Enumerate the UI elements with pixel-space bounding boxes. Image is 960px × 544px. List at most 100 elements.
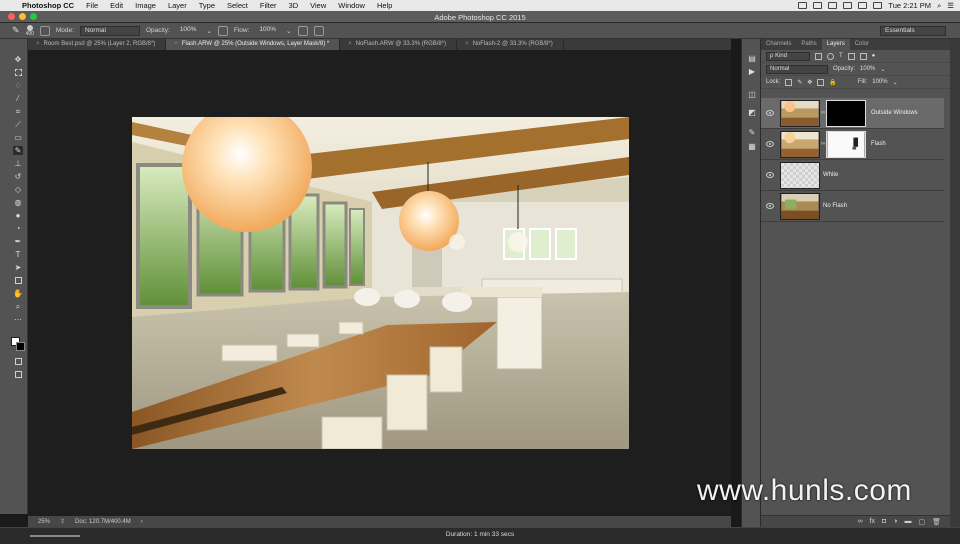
new-group-icon[interactable]: ▬ — [904, 518, 911, 525]
search-icon[interactable]: ⌕ — [937, 1, 941, 11]
doc-tab-flash[interactable]: × Flash.ARW @ 25% (Outside Windows, Layer… — [166, 39, 341, 50]
visibility-eye-icon[interactable] — [766, 141, 774, 147]
delete-layer-icon[interactable]: 🗑 — [932, 518, 941, 526]
filter-toggle-icon[interactable]: ● — [872, 53, 876, 59]
move-tool-icon[interactable]: ✥ — [13, 55, 23, 64]
layer-effects-icon[interactable]: fx — [870, 518, 875, 525]
background-color-swatch[interactable] — [16, 342, 25, 351]
type-filter-icon[interactable]: T — [839, 53, 843, 59]
actions-panel-icon[interactable]: ▶ — [747, 68, 757, 76]
adjustment-layer-icon[interactable]: ◑ — [893, 518, 897, 525]
volume-icon[interactable] — [858, 2, 868, 9]
crop-tool-icon[interactable]: ⌗ — [13, 107, 23, 116]
doc-tab-noflash-2[interactable]: × NoFlash-2 @ 33.3% (RGB/8*) — [457, 39, 564, 50]
screen-mode-icon[interactable] — [13, 370, 23, 379]
zoom-level[interactable]: 25% — [38, 519, 50, 525]
layer-kind-filter[interactable]: ρ Kind — [766, 51, 810, 61]
visibility-eye-icon[interactable] — [766, 110, 774, 116]
menu-edit[interactable]: Edit — [104, 1, 129, 10]
menu-window[interactable]: Window — [332, 1, 371, 10]
layer-mask-thumbnail[interactable] — [826, 131, 866, 158]
pen-tool-icon[interactable]: ✒ — [13, 237, 23, 246]
tab-color[interactable]: Color — [850, 39, 874, 50]
airbrush-icon[interactable] — [297, 25, 308, 36]
menu-clock[interactable]: Tue 2:21 PM — [888, 1, 931, 10]
mask-link-icon[interactable]: ∞ — [821, 141, 825, 147]
doc-size-info[interactable]: Doc: 120.7M/400.4M — [75, 519, 131, 525]
history-brush-icon[interactable]: ↺ — [13, 172, 23, 181]
close-tab-icon[interactable]: × — [348, 41, 352, 47]
doc-tab-room-best[interactable]: × Room Best.psd @ 25% (Layer 2, RGB/8*) — [28, 39, 167, 50]
link-layers-icon[interactable]: ∞ — [858, 518, 863, 525]
healing-brush-icon[interactable]: ▭ — [13, 133, 23, 142]
brush-presets-panel-icon[interactable]: ✎ — [747, 129, 757, 137]
lock-position-icon[interactable]: ✥ — [807, 79, 812, 86]
layer-row-no-flash[interactable]: No Flash — [761, 191, 944, 222]
brush-preset-icon[interactable]: ✎ — [12, 25, 20, 36]
dodge-tool-icon[interactable]: ◔ — [13, 224, 23, 233]
blur-tool-icon[interactable]: ● — [13, 211, 23, 220]
fill-field[interactable]: 100% — [872, 79, 887, 85]
eraser-icon[interactable]: ◇ — [13, 185, 23, 194]
brush-tool-icon[interactable]: ✎ — [13, 146, 23, 155]
chevron-down-icon[interactable]: ⌄ — [880, 66, 885, 73]
layer-mask-thumbnail[interactable] — [826, 100, 866, 127]
eyedropper-icon[interactable]: ⟋ — [13, 120, 23, 129]
dropbox-icon[interactable] — [828, 2, 838, 9]
notifications-icon[interactable]: ☰ — [947, 1, 954, 10]
blend-mode-select[interactable]: Normal — [766, 64, 828, 74]
brush-size-picker[interactable]: 400 — [26, 24, 34, 37]
adjustment-filter-icon[interactable] — [827, 52, 834, 60]
layer-name[interactable]: White — [823, 172, 838, 178]
close-tab-icon[interactable]: × — [36, 41, 40, 47]
new-layer-icon[interactable]: ▢ — [918, 518, 925, 526]
quick-mask-icon[interactable] — [13, 357, 23, 366]
visibility-eye-icon[interactable] — [766, 203, 774, 209]
add-mask-icon[interactable]: ◘ — [882, 518, 886, 525]
marquee-tool-icon[interactable] — [13, 68, 23, 77]
brush-panel-icon[interactable] — [39, 25, 50, 36]
menu-filter[interactable]: Filter — [254, 1, 283, 10]
adjustments-panel-icon[interactable]: ◩ — [747, 109, 757, 117]
flow-field[interactable]: 100% — [255, 26, 280, 36]
menu-image[interactable]: Image — [129, 1, 162, 10]
layer-name[interactable]: Flash — [871, 141, 886, 147]
chevron-down-icon[interactable]: ⌄ — [893, 79, 898, 86]
wifi-icon[interactable] — [843, 2, 853, 9]
sync-icon[interactable] — [813, 2, 823, 9]
layer-opacity-field[interactable]: 100% — [860, 66, 875, 72]
stamp-tool-icon[interactable]: ⊥ — [13, 159, 23, 168]
workspace-select[interactable]: Essentials — [880, 26, 946, 36]
layer-name[interactable]: Outside Windows — [871, 110, 918, 116]
pressure-opacity-icon[interactable] — [217, 25, 228, 36]
lock-transparent-icon[interactable] — [785, 78, 793, 86]
shape-tool-icon[interactable] — [13, 276, 23, 285]
pressure-size-icon[interactable] — [313, 25, 324, 36]
shape-filter-icon[interactable] — [847, 52, 855, 60]
layer-row-outside-windows[interactable]: ∞ Outside Windows — [761, 98, 944, 129]
magic-wand-icon[interactable]: ⁄ — [13, 94, 23, 103]
export-icon[interactable]: ⇪ — [60, 518, 65, 525]
menu-file[interactable]: File — [80, 1, 104, 10]
hand-tool-icon[interactable]: ✋ — [13, 289, 23, 298]
zoom-tool-icon[interactable]: ⌕ — [13, 302, 23, 311]
close-tab-icon[interactable]: × — [174, 41, 178, 47]
chevron-down-icon[interactable]: ⌄ — [286, 27, 291, 35]
mode-select[interactable]: Normal — [79, 25, 140, 36]
close-tab-icon[interactable]: × — [465, 41, 469, 47]
layer-row-flash[interactable]: ∞ Flash — [761, 129, 944, 160]
smart-object-filter-icon[interactable] — [859, 52, 867, 60]
pixel-filter-icon[interactable] — [815, 52, 822, 60]
menu-type[interactable]: Type — [193, 1, 221, 10]
brush-settings-panel-icon[interactable]: ▦ — [747, 143, 757, 151]
camera-icon[interactable] — [798, 2, 808, 9]
tab-paths[interactable]: Paths — [796, 39, 821, 50]
more-tools-icon[interactable]: ⋯ — [13, 315, 23, 324]
history-panel-icon[interactable]: ▤ — [747, 55, 757, 63]
menu-select[interactable]: Select — [221, 1, 254, 10]
battery-icon[interactable] — [873, 2, 883, 9]
chevron-down-icon[interactable]: ⌄ — [206, 27, 211, 35]
properties-panel-icon[interactable]: ◫ — [747, 91, 757, 99]
lock-pixels-icon[interactable]: ✎ — [797, 79, 802, 86]
paint-bucket-icon[interactable]: ◍ — [13, 198, 23, 207]
